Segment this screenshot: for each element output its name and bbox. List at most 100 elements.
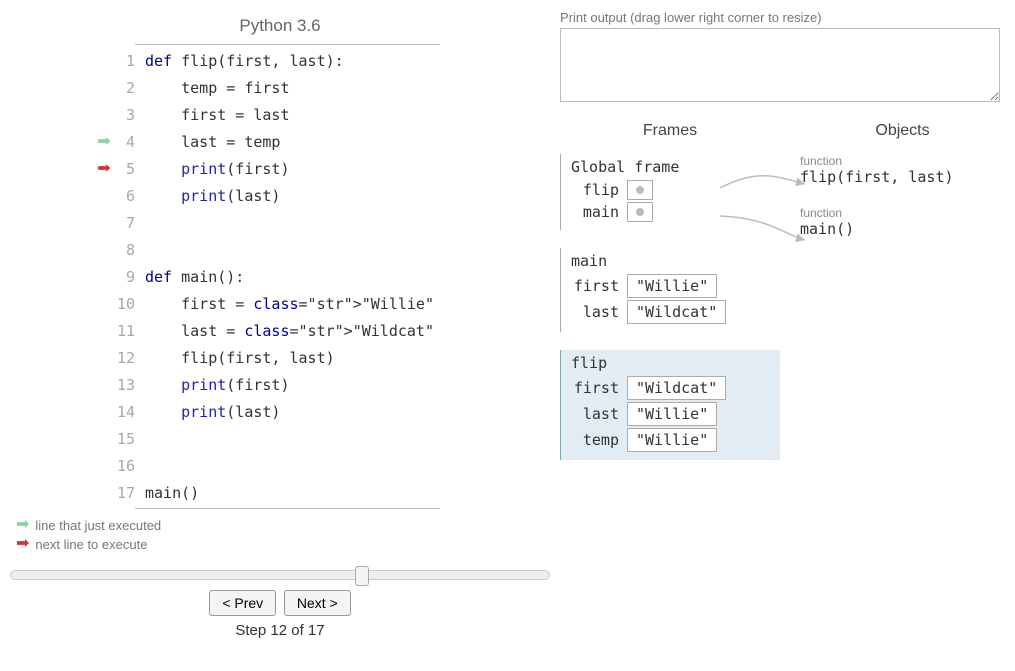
var-value: "Wildcat" [627, 300, 726, 324]
code-line: ➡5 print(first) [135, 155, 440, 182]
output-label: Print output (drag lower right corner to… [560, 10, 1005, 25]
frame-title: main [569, 252, 780, 270]
code-listing: 1def flip(first, last):2 temp = first3 f… [135, 44, 440, 509]
code-line: 10 first = class="str">"Willie" [135, 290, 440, 317]
stack-frame: flipfirst"Wildcat"last"Willie"temp"Willi… [560, 350, 780, 460]
line-number: 7 [117, 214, 145, 232]
code-line: 16 [135, 452, 440, 479]
frame-title: flip [569, 354, 780, 372]
frames-heading: Frames [560, 122, 780, 140]
code-line: 17main() [135, 479, 440, 506]
code-text: print(last) [145, 187, 280, 205]
code-line: ➡4 last = temp [135, 128, 440, 155]
var-name: last [569, 303, 627, 321]
code-text: first = last [145, 106, 290, 124]
code-text: print(last) [145, 403, 280, 421]
frame-variable: last"Wildcat" [569, 300, 780, 324]
frame-variable: flip [569, 180, 780, 200]
line-number: 8 [117, 241, 145, 259]
pointer-dot-icon [636, 208, 644, 216]
line-number: 4 [117, 133, 145, 151]
code-text: flip(first, last) [145, 349, 335, 367]
code-line: 6 print(last) [135, 182, 440, 209]
var-pointer [627, 180, 653, 200]
object-repr: main() [800, 220, 1005, 238]
language-label: Python 3.6 [10, 10, 550, 44]
code-text: def flip(first, last): [145, 52, 344, 70]
execution-slider[interactable] [10, 570, 550, 580]
var-name: first [569, 277, 627, 295]
var-value: "Willie" [627, 402, 717, 426]
code-text: temp = first [145, 79, 290, 97]
step-counter: Step 12 of 17 [10, 622, 550, 639]
code-text: print(first) [145, 376, 290, 394]
prev-arrow-icon: ➡ [16, 517, 29, 533]
frame-title: Global frame [569, 158, 780, 176]
line-number: 6 [117, 187, 145, 205]
var-name: first [569, 379, 627, 397]
line-number: 3 [117, 106, 145, 124]
var-name: flip [569, 181, 627, 199]
global-frame: Global frame flip main [560, 154, 780, 230]
next-button[interactable]: Next > [284, 590, 351, 616]
code-line: 9def main(): [135, 263, 440, 290]
frame-variable: first"Willie" [569, 274, 780, 298]
code-line: 8 [135, 236, 440, 263]
legend-next-text: next line to execute [35, 537, 147, 552]
var-pointer [627, 202, 653, 222]
line-number: 17 [117, 484, 145, 502]
objects-heading: Objects [800, 122, 1005, 140]
frame-variable: main [569, 202, 780, 222]
heap-object: functionmain() [800, 206, 1005, 238]
var-name: last [569, 405, 627, 423]
line-number: 16 [117, 457, 145, 475]
next-exec-arrow-icon: ➡ [95, 161, 113, 177]
code-text: print(first) [145, 160, 290, 178]
var-value: "Willie" [627, 428, 717, 452]
object-repr: flip(first, last) [800, 168, 1005, 186]
frame-variable: first"Wildcat" [569, 376, 780, 400]
var-name: temp [569, 431, 627, 449]
code-line: 13 print(first) [135, 371, 440, 398]
code-line: 2 temp = first [135, 74, 440, 101]
frame-variable: last"Willie" [569, 402, 780, 426]
code-text: main() [145, 484, 199, 502]
line-number: 13 [117, 376, 145, 394]
line-number: 5 [117, 160, 145, 178]
code-line: 11 last = class="str">"Wildcat" [135, 317, 440, 344]
code-line: 1def flip(first, last): [135, 47, 440, 74]
var-name: main [569, 203, 627, 221]
pointer-dot-icon [636, 186, 644, 194]
code-line: 12 flip(first, last) [135, 344, 440, 371]
stack-frame: mainfirst"Willie"last"Wildcat" [560, 248, 780, 332]
code-pane: Python 3.6 1def flip(first, last):2 temp… [10, 10, 550, 639]
code-line: 14 print(last) [135, 398, 440, 425]
line-number: 14 [117, 403, 145, 421]
line-number: 10 [117, 295, 145, 313]
code-line: 15 [135, 425, 440, 452]
next-arrow-icon: ➡ [16, 536, 29, 552]
object-type: function [800, 154, 1005, 168]
code-text: def main(): [145, 268, 244, 286]
prev-exec-arrow-icon: ➡ [95, 134, 113, 150]
line-number: 9 [117, 268, 145, 286]
code-text: last = temp [145, 133, 280, 151]
code-text: last = class="str">"Wildcat" [145, 322, 434, 340]
code-line: 7 [135, 209, 440, 236]
heap-object: functionflip(first, last) [800, 154, 1005, 186]
var-value: "Willie" [627, 274, 717, 298]
code-line: 3 first = last [135, 101, 440, 128]
prev-button[interactable]: < Prev [209, 590, 276, 616]
frame-variable: temp"Willie" [569, 428, 780, 452]
var-value: "Wildcat" [627, 376, 726, 400]
object-type: function [800, 206, 1005, 220]
arrow-legend: ➡ line that just executed ➡ next line to… [16, 517, 550, 552]
line-number: 1 [117, 52, 145, 70]
print-output[interactable] [560, 28, 1000, 102]
legend-prev-text: line that just executed [35, 518, 161, 533]
code-text: first = class="str">"Willie" [145, 295, 434, 313]
line-number: 2 [117, 79, 145, 97]
slider-thumb[interactable] [355, 566, 369, 586]
line-number: 15 [117, 430, 145, 448]
line-number: 11 [117, 322, 145, 340]
